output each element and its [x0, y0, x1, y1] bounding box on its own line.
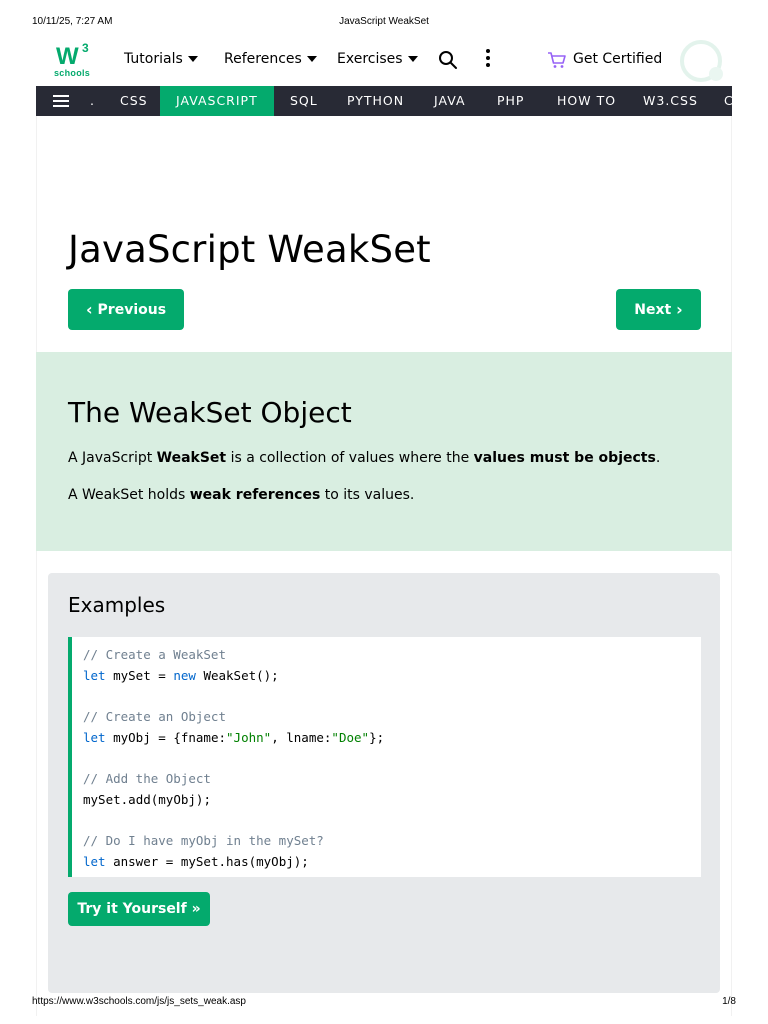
subnav-item-php[interactable]: PHP — [481, 86, 540, 116]
subnav-item-sql[interactable]: SQL — [274, 86, 334, 116]
text-span: . — [655, 450, 661, 466]
bold-weakset: WeakSet — [156, 450, 227, 466]
subnav-item-css[interactable]: CSS — [104, 86, 164, 116]
previous-button-label: Previous — [97, 301, 167, 318]
nav-exercises-label: Exercises — [337, 51, 403, 67]
bold-values-must-be-objects: values must be objects — [473, 450, 656, 466]
examples-section: Examples // Create a WeakSet let mySet =… — [48, 573, 720, 993]
print-header: 10/11/25, 7:27 AM JavaScript WeakSet — [32, 16, 736, 30]
code-line: // Add the Object — [83, 771, 211, 787]
subject-navbar: . CSS JAVASCRIPT SQL PYTHON JAVA PHP HOW… — [36, 86, 732, 116]
chevron-right-icon: › — [676, 299, 683, 319]
logo-superscript: 3 — [82, 41, 89, 55]
caret-down-icon — [407, 56, 418, 62]
intro-paragraph-2: A WeakSet holds weak references to its v… — [68, 487, 414, 503]
try-it-yourself-button[interactable]: Try it Yourself » — [68, 892, 210, 926]
previous-button[interactable]: ‹ Previous — [68, 289, 184, 330]
subnav-item-how-to[interactable]: HOW TO — [541, 86, 632, 116]
print-title: JavaScript WeakSet — [339, 16, 429, 27]
get-certified-link[interactable]: Get Certified — [573, 51, 662, 67]
code-line: let mySet = new WeakSet(); — [83, 667, 279, 683]
avatar-status-dot — [709, 67, 723, 81]
bold-weak-references: weak references — [189, 487, 321, 503]
code-line: // Create an Object — [83, 709, 226, 725]
nav-references[interactable]: References — [224, 51, 317, 67]
examples-heading: Examples — [68, 593, 166, 617]
code-line: // Create a WeakSet — [83, 647, 226, 662]
nav-tutorials-label: Tutorials — [124, 51, 183, 67]
next-button[interactable]: Next › — [616, 289, 701, 330]
nav-tutorials[interactable]: Tutorials — [124, 51, 198, 67]
page-number: 1/8 — [722, 996, 736, 1007]
w3schools-logo[interactable]: W 3 schools — [52, 41, 98, 81]
page-url: https://www.w3schools.com/js/js_sets_wea… — [32, 996, 246, 1007]
code-line: let myObj = {fname:"John", lname:"Doe"}; — [83, 729, 385, 745]
code-line: // Do I have myObj in the mySet? — [83, 833, 324, 849]
more-vertical-icon[interactable] — [484, 49, 492, 71]
intro-section: The WeakSet Object A JavaScript WeakSet … — [36, 352, 732, 551]
next-button-label: Next — [634, 301, 672, 318]
nav-exercises[interactable]: Exercises — [337, 51, 418, 67]
intro-heading: The WeakSet Object — [68, 396, 352, 429]
chevron-left-icon: ‹ — [85, 299, 93, 319]
subnav-item-javascript[interactable]: JAVASCRIPT — [160, 86, 274, 116]
code-line: let answer = mySet.has(myObj); — [83, 853, 309, 869]
cart-icon[interactable] — [547, 51, 567, 69]
caret-down-icon — [306, 56, 317, 62]
text-span: A WeakSet holds — [68, 487, 190, 503]
logo-text: schools — [54, 68, 91, 78]
code-example: // Create a WeakSet let mySet = new Weak… — [68, 637, 701, 877]
subnav-item-java[interactable]: JAVA — [418, 86, 482, 116]
nav-references-label: References — [224, 51, 302, 67]
text-span: is a collection of values where the — [226, 450, 474, 466]
logo-mark: W — [56, 43, 79, 70]
print-footer: https://www.w3schools.com/js/js_sets_wea… — [32, 996, 736, 1010]
top-navbar: W 3 schools Tutorials References Exercis… — [36, 36, 732, 86]
code-line: mySet.add(myObj); — [83, 791, 211, 807]
subnav-item-python[interactable]: PYTHON — [331, 86, 420, 116]
hamburger-menu-icon[interactable] — [53, 95, 69, 107]
search-icon[interactable] — [438, 50, 458, 70]
subnav-item-c[interactable]: C — [708, 86, 732, 116]
text-span: A JavaScript — [68, 450, 157, 466]
page-title: JavaScript WeakSet — [68, 228, 431, 271]
subnav-item-w3css[interactable]: W3.CSS — [627, 86, 714, 116]
caret-down-icon — [187, 56, 198, 62]
intro-paragraph-1: A JavaScript WeakSet is a collection of … — [68, 450, 660, 466]
text-span: to its values. — [320, 487, 415, 503]
